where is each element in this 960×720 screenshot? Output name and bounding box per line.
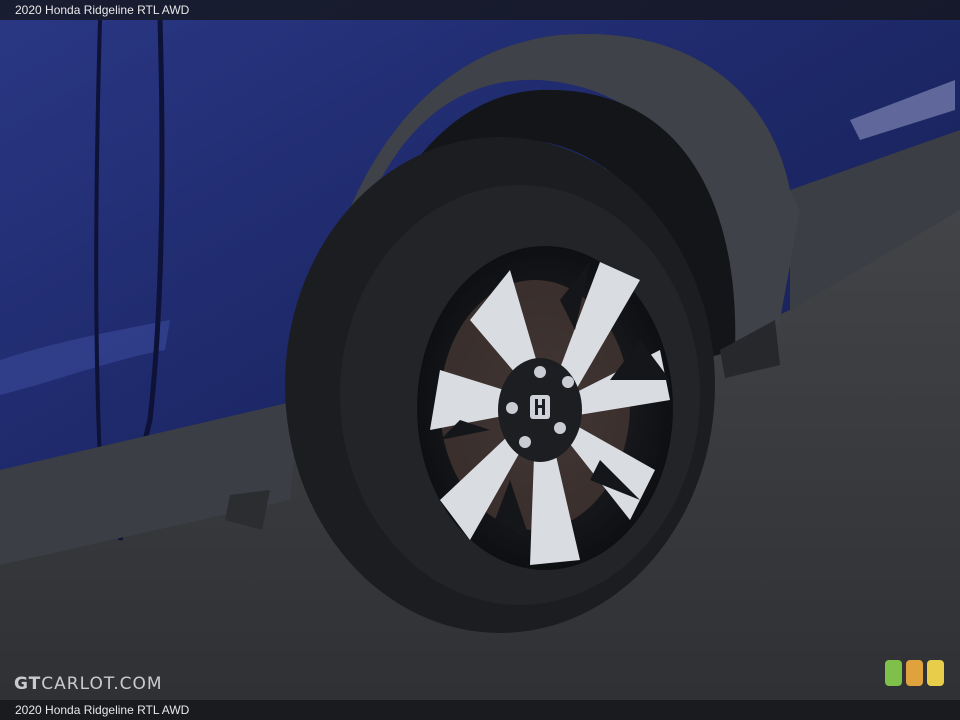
badge-orange-light xyxy=(906,660,923,686)
watermark-brand: CARLOT.COM xyxy=(41,674,163,694)
car-wheel-photo xyxy=(0,0,960,720)
title-bar: 2020 Honda Ridgeline RTL AWD xyxy=(0,0,960,20)
honda-h-logo-icon xyxy=(530,395,550,419)
badge-yellow-light xyxy=(927,660,944,686)
traffic-light-badge-icon[interactable] xyxy=(885,660,945,686)
watermark-prefix: GT xyxy=(14,674,42,694)
caption-bar: 2020 Honda Ridgeline RTL AWD xyxy=(0,700,960,720)
gtcarlot-watermark: GTCARLOT.COM xyxy=(14,674,163,694)
badge-green-light xyxy=(885,660,902,686)
